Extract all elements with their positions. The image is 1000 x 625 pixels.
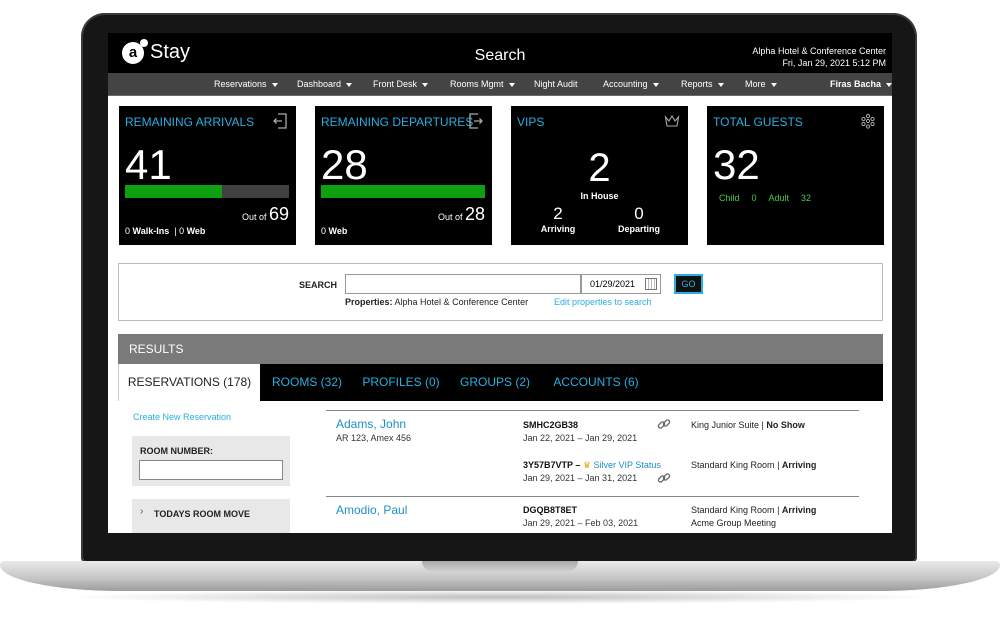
room-number-label: ROOM NUMBER: xyxy=(140,446,213,456)
stay-dates: Jan 29, 2021 – Feb 03, 2021 xyxy=(523,518,639,528)
arrivals-breakdown: 0 Walk-Ins | 0 Web xyxy=(125,226,206,236)
nav-accounting[interactable]: Accounting xyxy=(603,73,659,96)
departures-out-of: Out of 28 xyxy=(437,204,485,224)
group-name: Acme Group Meeting xyxy=(691,518,777,528)
departures-breakdown: 0 Web xyxy=(321,226,348,236)
card-title: TOTAL GUESTS xyxy=(713,115,803,129)
card-total-guests[interactable]: TOTAL GUESTS 32 Child 0 Adult 32 xyxy=(707,106,884,245)
nav-more[interactable]: More xyxy=(745,73,777,96)
top-bar: a Stay Search Alpha Hotel & Conference C… xyxy=(108,33,892,73)
todays-room-move-toggle[interactable]: › TODAYS ROOM MOVE xyxy=(132,499,290,533)
guest-name-link[interactable]: Amodio, Paul xyxy=(336,503,407,517)
chevron-down-icon xyxy=(652,82,659,87)
arrivals-progress-bar xyxy=(125,185,289,198)
nav-night-audit[interactable]: Night Audit xyxy=(534,73,578,96)
arrivals-progress-fill xyxy=(125,185,222,198)
vip-status: Silver VIP Status xyxy=(593,460,661,470)
create-reservation-link[interactable]: Create New Reservation xyxy=(133,412,231,422)
chevron-down-icon xyxy=(770,82,777,87)
edit-properties-link[interactable]: Edit properties to search xyxy=(554,297,652,307)
go-button[interactable]: GO xyxy=(674,274,703,294)
link-icon[interactable] xyxy=(657,471,671,485)
room-status: Standard King Room | Arriving xyxy=(691,460,817,470)
nav-front-desk[interactable]: Front Desk xyxy=(373,73,429,96)
results-tabs: RESERVATIONS (178) ROOMS (32) PROFILES (… xyxy=(118,364,883,401)
search-panel: SEARCH 01/29/2021 GO Properties: Alpha H… xyxy=(118,263,883,321)
departures-progress-fill xyxy=(321,185,485,198)
nav-dashboard[interactable]: Dashboard xyxy=(297,73,353,96)
card-title: VIPS xyxy=(517,115,545,129)
tab-groups[interactable]: GROUPS (2) xyxy=(452,364,538,401)
guest-name-link[interactable]: Adams, John xyxy=(336,417,406,431)
chevron-down-icon xyxy=(271,82,278,87)
current-datetime: Fri, Jan 29, 2021 5:12 PM xyxy=(782,58,886,68)
card-remaining-departures[interactable]: REMAINING DEPARTURES 28 Out of 28 0 Web xyxy=(315,106,492,245)
confirmation-number[interactable]: 3Y57B7VTP – ♛ Silver VIP Status xyxy=(523,460,661,471)
room-status: Standard King Room | Arriving xyxy=(691,505,817,515)
guest-detail: AR 123, Amex 456 xyxy=(336,433,412,443)
crown-icon: ♛ xyxy=(582,460,591,470)
chevron-right-icon: › xyxy=(140,506,144,517)
laptop-notch xyxy=(422,561,578,571)
stay-dates: Jan 29, 2021 – Jan 31, 2021 xyxy=(523,473,638,483)
laptop-shadow xyxy=(60,590,940,604)
row-divider xyxy=(326,410,859,411)
confirmation-number[interactable]: DGQB8T8ET xyxy=(523,505,577,515)
departures-count: 28 xyxy=(321,141,368,188)
tab-profiles[interactable]: PROFILES (0) xyxy=(358,364,444,401)
tab-rooms[interactable]: ROOMS (32) xyxy=(264,364,350,401)
total-guests-count: 32 xyxy=(713,141,760,188)
guests-breakdown: Child 0 Adult 32 xyxy=(719,193,812,203)
hotel-info: Alpha Hotel & Conference Center Fri, Jan… xyxy=(752,45,886,69)
search-label: SEARCH xyxy=(299,280,338,290)
laptop-frame: a Stay Search Alpha Hotel & Conference C… xyxy=(0,0,1000,625)
card-vips[interactable]: VIPS 2 In House 2 Arriving 0 Departing xyxy=(511,106,688,245)
card-remaining-arrivals[interactable]: REMAINING ARRIVALS 41 Out of 69 0 Walk-I… xyxy=(119,106,296,245)
hotel-name: Alpha Hotel & Conference Center xyxy=(752,46,886,56)
exit-door-icon xyxy=(273,113,287,129)
chevron-down-icon xyxy=(422,82,429,87)
vips-in-house-count: 2 xyxy=(588,146,611,190)
grid-icon xyxy=(861,113,875,129)
arrivals-count: 41 xyxy=(125,141,172,188)
card-title: REMAINING DEPARTURES xyxy=(321,115,474,129)
vips-arriving: 2 Arriving xyxy=(540,204,576,234)
arrivals-out-of: Out of 69 xyxy=(241,204,289,224)
vips-departing: 0 Departing xyxy=(617,204,660,234)
results-header: RESULTS xyxy=(118,334,883,364)
nav-reservations[interactable]: Reservations xyxy=(214,73,278,96)
search-date-field[interactable]: 01/29/2021 xyxy=(581,274,661,294)
stay-dates: Jan 22, 2021 – Jan 29, 2021 xyxy=(523,433,638,443)
nav-rooms-mgmt[interactable]: Rooms Mgmt xyxy=(450,73,515,96)
calendar-icon[interactable] xyxy=(645,278,657,290)
room-number-input[interactable] xyxy=(139,460,283,480)
nav-user-menu[interactable]: Firas Bacha xyxy=(830,73,892,96)
app-screen: a Stay Search Alpha Hotel & Conference C… xyxy=(108,33,892,533)
chevron-down-icon xyxy=(717,82,724,87)
exit-door-icon xyxy=(469,113,483,129)
tab-accounts[interactable]: ACCOUNTS (6) xyxy=(544,364,648,401)
tab-reservations[interactable]: RESERVATIONS (178) xyxy=(118,364,260,401)
chevron-down-icon xyxy=(508,82,515,87)
search-input[interactable] xyxy=(345,274,581,294)
departures-progress-bar xyxy=(321,185,485,198)
chevron-down-icon xyxy=(886,82,892,87)
row-divider xyxy=(326,496,859,497)
search-properties: Properties: Alpha Hotel & Conference Cen… xyxy=(345,297,529,307)
nav-reports[interactable]: Reports xyxy=(681,73,724,96)
chevron-down-icon xyxy=(346,82,353,87)
confirmation-number[interactable]: SMHC2GB38 xyxy=(523,420,578,430)
room-status: King Junior Suite | No Show xyxy=(691,420,805,430)
vips-in-house-label: In House xyxy=(580,191,619,201)
link-icon[interactable] xyxy=(657,417,671,431)
card-title: REMAINING ARRIVALS xyxy=(125,115,255,129)
crown-icon xyxy=(664,114,680,127)
room-number-filter: ROOM NUMBER: xyxy=(132,436,290,486)
main-nav: Reservations Dashboard Front Desk Rooms … xyxy=(108,73,892,96)
